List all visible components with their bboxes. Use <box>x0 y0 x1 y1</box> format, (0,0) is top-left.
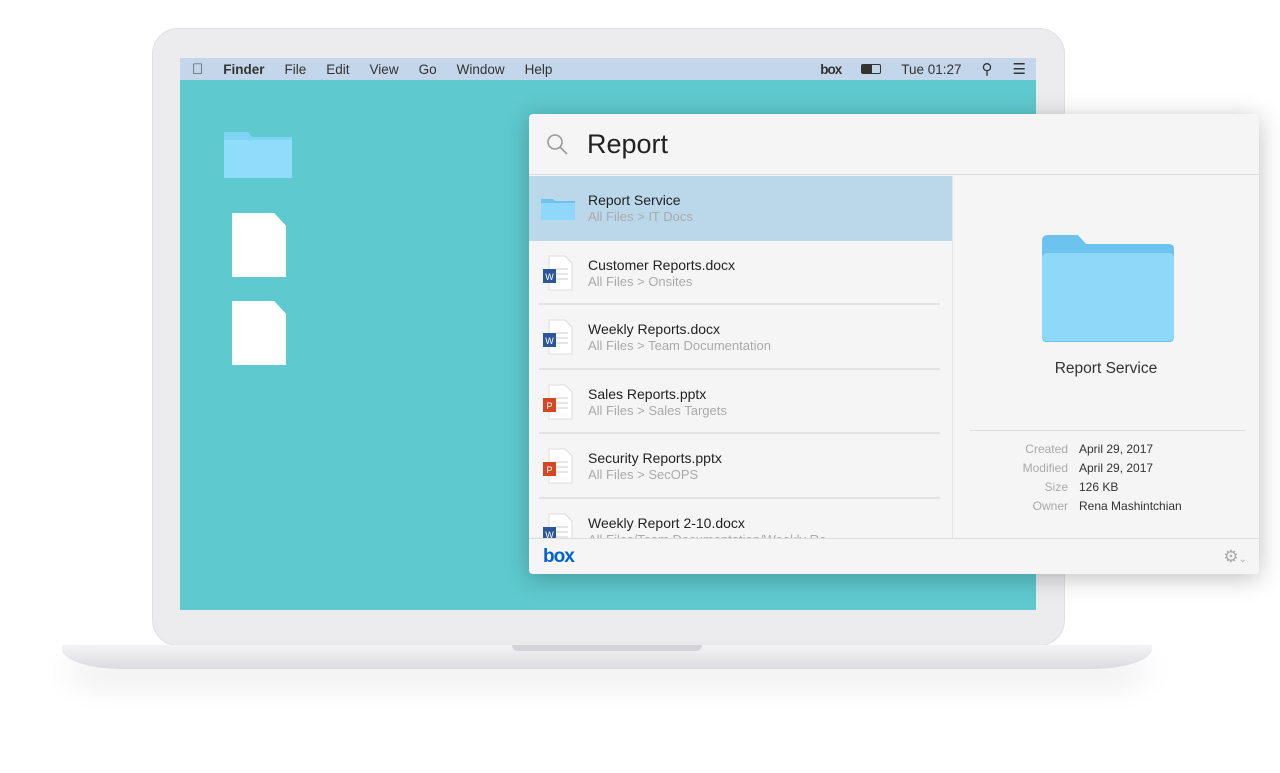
powerpoint-file-icon: P <box>543 384 573 420</box>
menu-window[interactable]: Window <box>457 62 505 77</box>
divider <box>970 430 1245 431</box>
box-logo[interactable]: box <box>543 546 575 568</box>
laptop-notch <box>512 645 702 651</box>
search-icon <box>547 134 568 155</box>
menu-view[interactable]: View <box>370 62 399 77</box>
box-menu-icon[interactable]: box <box>820 62 842 77</box>
folder-preview-icon <box>1042 235 1174 342</box>
meta-modified-label: Modified <box>1022 461 1068 475</box>
search-bar[interactable]: Report <box>529 114 1259 175</box>
detail-name: Report Service <box>1054 360 1158 377</box>
desktop-file-icon[interactable] <box>232 301 286 365</box>
result-row[interactable]: P Sales Reports.pptx All Files > Sales Tar… <box>529 370 952 435</box>
menu-go[interactable]: Go <box>419 62 437 77</box>
meta-size-label: Size <box>1044 480 1068 494</box>
result-row[interactable]: W Weekly Reports.docx All Files > Team Doc… <box>529 305 952 370</box>
result-path: All Files > Team Documentation <box>588 338 771 354</box>
folder-icon <box>541 199 575 221</box>
result-path: All Files > Onsites <box>588 273 693 289</box>
result-name: Weekly Reports.docx <box>588 321 721 338</box>
desktop-folder-icon[interactable] <box>224 128 292 178</box>
powerpoint-file-icon: P <box>543 448 573 484</box>
results-list: Report Service All Files > IT Docs W Custom… <box>529 176 952 539</box>
menu-bar:  Finder File Edit View Go Window Help b… <box>180 58 1036 80</box>
svg-text:W: W <box>545 272 554 282</box>
meta-size: 126 KB <box>1079 480 1119 494</box>
box-search-window: Report Report Service All Files > IT Docs… <box>529 114 1259 574</box>
svg-text:P: P <box>546 401 552 411</box>
svg-text:W: W <box>545 336 554 346</box>
result-path: All Files > SecOPS <box>588 467 699 483</box>
menu-app-finder[interactable]: Finder <box>223 62 264 77</box>
detail-pane: Report Service Created April 29, 2017 Mod… <box>952 176 1259 539</box>
result-name: Report Service <box>588 192 681 209</box>
svg-text:P: P <box>546 465 552 475</box>
search-input[interactable]: Report <box>587 129 668 160</box>
result-path: All Files > Sales Targets <box>588 402 727 418</box>
search-icon[interactable]: ⚲ <box>982 60 993 78</box>
result-row[interactable]: W Customer Reports.docx All Files > Onsite… <box>529 241 952 306</box>
footer: box ⚙⌄ <box>529 538 1259 574</box>
list-icon[interactable]: ☰ <box>1013 60 1026 78</box>
meta-owner: Rena Mashintchian <box>1079 499 1182 513</box>
meta-modified: April 29, 2017 <box>1079 461 1154 475</box>
menu-file[interactable]: File <box>285 62 307 77</box>
result-path: All Files > IT Docs <box>588 209 693 225</box>
meta-created: April 29, 2017 <box>1079 442 1154 456</box>
result-name: Security Reports.pptx <box>588 450 722 467</box>
result-name: Sales Reports.pptx <box>588 385 707 402</box>
result-row[interactable]: P Security Reports.pptx All Files > SecOPS <box>529 434 952 499</box>
word-file-icon: W <box>543 255 573 291</box>
word-file-icon: W <box>543 319 573 355</box>
word-file-icon: W <box>543 513 573 539</box>
battery-icon[interactable] <box>861 64 882 74</box>
gear-icon[interactable]: ⚙⌄ <box>1223 547 1247 567</box>
desktop-file-icon[interactable] <box>232 213 286 277</box>
menu-help[interactable]: Help <box>525 62 553 77</box>
result-row[interactable]: Report Service All Files > IT Docs <box>529 176 952 241</box>
meta-owner-label: Owner <box>1032 499 1068 513</box>
result-name: Customer Reports.docx <box>588 256 736 273</box>
result-row[interactable]: WWeekly Report 2-10.docxAll Files/Team D… <box>529 499 952 539</box>
metadata: Created April 29, 2017 Modified April 29, … <box>953 442 1259 518</box>
meta-created-label: Created <box>1025 442 1068 456</box>
result-name: Weekly Report 2-10.docx <box>588 514 745 531</box>
menu-edit[interactable]: Edit <box>326 62 349 77</box>
apple-icon[interactable]:  <box>192 61 203 78</box>
clock[interactable]: Tue 01:27 <box>901 62 961 77</box>
